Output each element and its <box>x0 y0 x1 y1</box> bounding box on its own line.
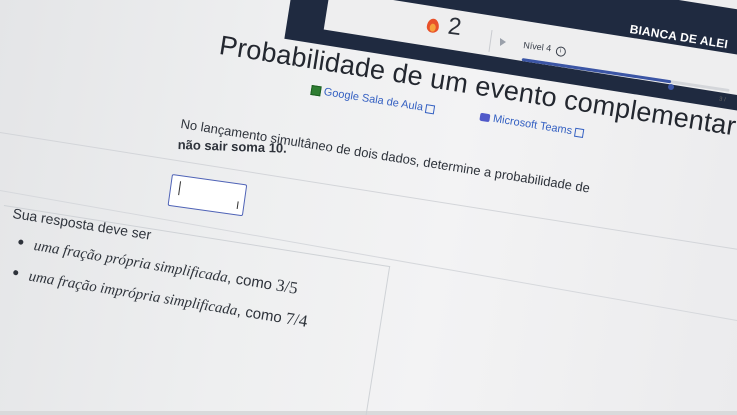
external-link-icon <box>425 103 436 114</box>
question-bold-text: não sair soma 10. <box>177 137 288 156</box>
microsoft-teams-icon <box>479 112 491 123</box>
progress-marker <box>668 84 674 90</box>
hint-item-prefix: , como <box>235 302 288 328</box>
hint-item-example: 7/4 <box>284 308 309 331</box>
level-text: Nível 4 <box>522 40 552 54</box>
flame-icon <box>425 15 441 35</box>
microsoft-teams-label: Microsoft Teams <box>492 112 573 138</box>
progress-count: 3 / <box>718 96 727 104</box>
info-icon[interactable]: i <box>554 45 566 58</box>
external-link-icon <box>574 127 585 138</box>
exercise-page: BIANCA DE ALEI 2 Nível 4 i 3 / Probabili… <box>0 0 737 415</box>
text-cursor <box>178 181 182 196</box>
streak-indicator: 2 <box>424 10 463 42</box>
google-classroom-icon <box>310 84 322 97</box>
play-icon[interactable] <box>500 38 506 46</box>
hint-item-example: 3/5 <box>274 275 300 298</box>
